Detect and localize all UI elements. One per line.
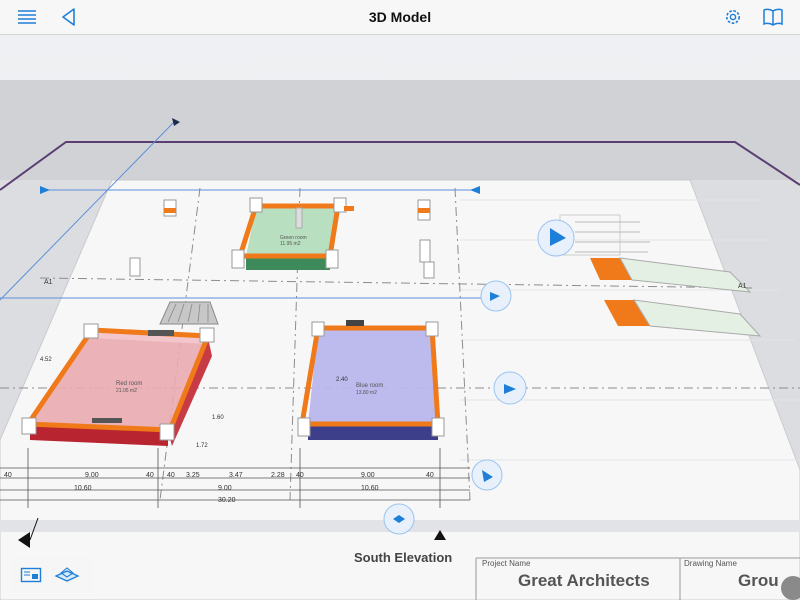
blue-room-area: 13.80 m2 (356, 390, 377, 396)
floor-plan-3d-scene[interactable] (0, 35, 800, 600)
view-marker-bottom[interactable] (383, 503, 415, 535)
dim-row1-6: 2.28 (271, 472, 285, 479)
dimension-label-1-60: 1.60 (212, 415, 224, 421)
grid-label-right: A1 (738, 283, 747, 290)
dimension-label-2-40: 2.40 (336, 377, 348, 383)
dimension-label-1-72: 1.72 (196, 443, 208, 449)
project-name-value: Great Architects (518, 571, 650, 590)
gear-icon[interactable] (720, 5, 746, 29)
dim-row2-0: 10.60 (74, 485, 92, 492)
dim-row1-4: 3.25 (186, 472, 200, 479)
3d-model-viewport[interactable]: Red room 21.05 m2 Blue room 13.80 m2 Gre… (0, 35, 800, 600)
red-room-name: Red room (116, 381, 143, 387)
dim-row2-2: 10.60 (361, 485, 379, 492)
grid-label-left: A1 (44, 279, 53, 286)
view-marker-2[interactable] (480, 280, 512, 312)
navigation-bar: 3D Model (0, 0, 800, 35)
dim-row1-8: 9.00 (361, 472, 375, 479)
dim-row3-0: 30.20 (218, 497, 236, 504)
page-title: 3D Model (368, 9, 432, 25)
dim-row1-2: 40 (146, 472, 154, 479)
dim-row1-5: 3.47 (229, 472, 243, 479)
dim-row1-1: 9.00 (85, 472, 99, 479)
blue-room-name: Blue room (356, 383, 384, 389)
blue-room-block[interactable] (297, 320, 445, 440)
red-room-area: 21.05 m2 (116, 388, 137, 394)
dim-row1-7: 40 (296, 472, 304, 479)
dim-row1-0: 40 (4, 472, 12, 479)
2d-sheet-view-icon[interactable] (16, 561, 46, 589)
view-marker-4[interactable] (471, 459, 503, 491)
view-marker-3[interactable] (493, 371, 527, 405)
project-name-label: Project Name (482, 559, 531, 568)
dim-row2-1: 9.00 (218, 485, 232, 492)
dim-row1-3: 40 (167, 472, 175, 479)
3d-model-view-icon[interactable] (52, 561, 82, 589)
dimension-label-4-52: 4.52 (40, 357, 52, 363)
drawing-name-value: Grou (738, 571, 779, 590)
view-marker-top[interactable] (537, 219, 575, 257)
view-toolbar (10, 557, 94, 593)
drawing-name-label: Drawing Name (684, 559, 737, 568)
dim-row1-9: 40 (426, 472, 434, 479)
elevation-label: South Elevation (354, 550, 453, 565)
green-room-area: 11.95 m2 (280, 241, 301, 247)
open-book-icon[interactable] (760, 5, 786, 29)
